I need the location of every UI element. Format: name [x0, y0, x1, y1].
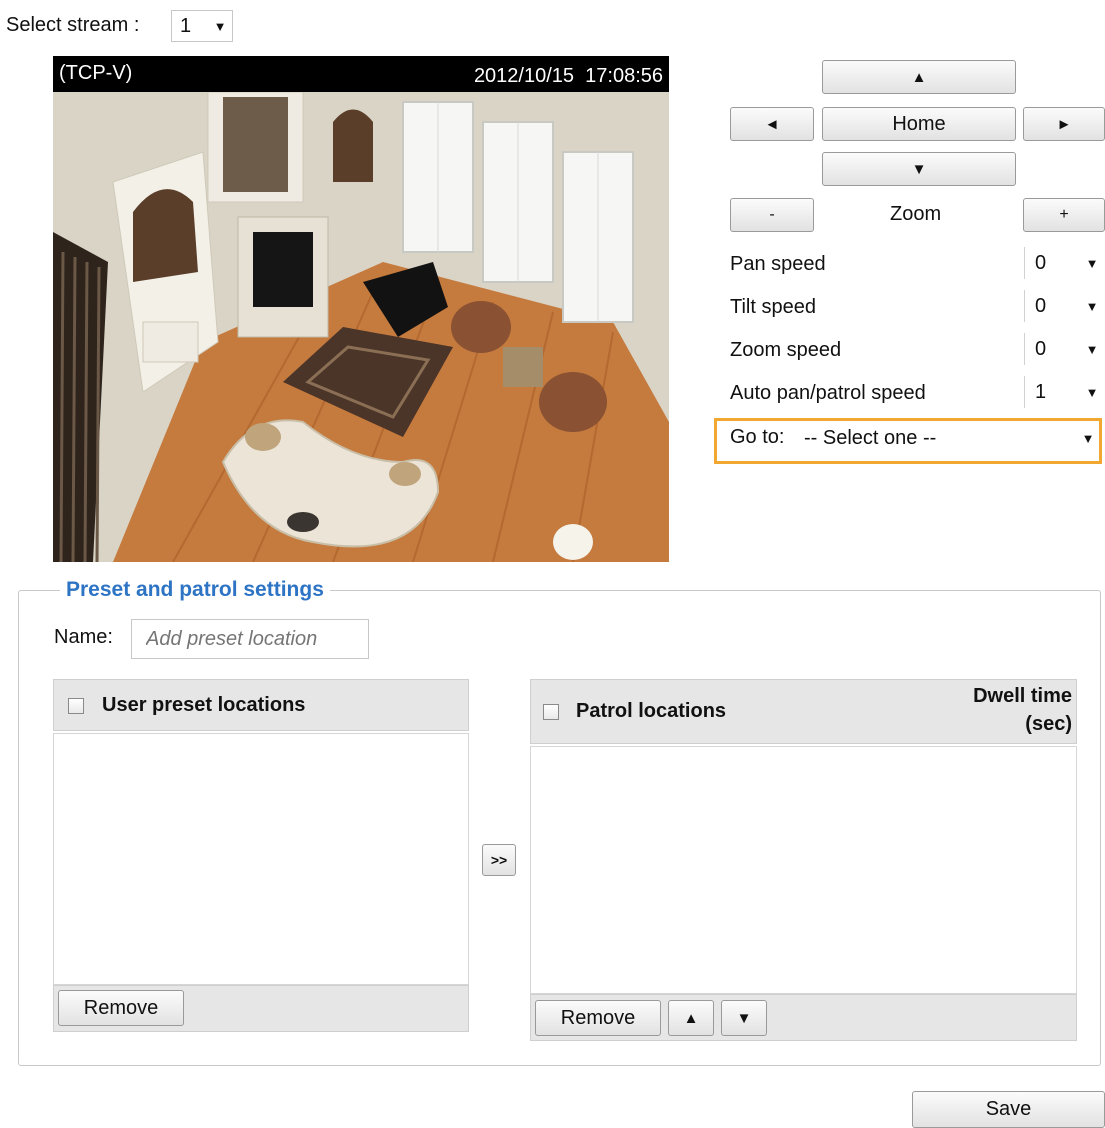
dwell-time-line2: (sec) — [1025, 713, 1072, 735]
pan-down-button[interactable]: ▼ — [822, 152, 1016, 186]
pan-left-button[interactable]: ◄ — [730, 107, 814, 141]
move-up-button[interactable]: ▲ — [668, 1000, 714, 1036]
video-timestamp: 2012/10/15 17:08:56 — [473, 65, 663, 87]
stream-protocol: (TCP-V) — [59, 62, 133, 84]
zoom-speed-label: Zoom speed — [730, 339, 842, 361]
patrol-list[interactable] — [530, 746, 1077, 994]
goto-select[interactable]: -- Select one -- ▼ — [800, 422, 1100, 454]
stream-select[interactable]: 1 ▼ — [171, 10, 233, 42]
tilt-speed-select[interactable]: 0 ▼ — [1024, 290, 1104, 322]
goto-label: Go to: — [730, 426, 785, 448]
preset-name-input[interactable] — [131, 619, 369, 659]
preset-name-label: Name: — [54, 626, 113, 648]
patrol-header: Patrol locations Dwell time (sec) — [530, 679, 1077, 744]
zoom-speed-select[interactable]: 0 ▼ — [1024, 333, 1104, 365]
goto-select-value: -- Select one -- — [804, 426, 937, 449]
tilt-speed-label: Tilt speed — [730, 296, 816, 318]
patrol-header-label: Patrol locations — [576, 700, 727, 722]
pan-right-button[interactable]: ► — [1023, 107, 1105, 141]
camera-image — [53, 92, 669, 562]
chevron-down-icon: ▼ — [213, 18, 227, 34]
zoom-in-button[interactable]: + — [1023, 198, 1105, 232]
move-down-button[interactable]: ▼ — [721, 1000, 767, 1036]
remove-patrol-button[interactable]: Remove — [535, 1000, 661, 1036]
patrol-select-all-checkbox[interactable] — [543, 704, 559, 720]
zoom-speed-value: 0 — [1035, 337, 1047, 360]
stream-select-value: 1 — [180, 14, 192, 37]
user-presets-select-all-checkbox[interactable] — [68, 698, 84, 714]
dwell-time-line1: Dwell time — [973, 685, 1072, 707]
pan-speed-label: Pan speed — [730, 253, 826, 275]
patrol-footer: Remove ▲ ▼ — [530, 994, 1077, 1041]
auto-pan-speed-label: Auto pan/patrol speed — [730, 382, 926, 404]
pan-speed-select[interactable]: 0 ▼ — [1024, 247, 1104, 279]
user-presets-header: User preset locations — [53, 679, 469, 731]
save-button[interactable]: Save — [912, 1091, 1105, 1128]
add-to-patrol-button[interactable]: >> — [482, 844, 516, 876]
auto-pan-speed-value: 1 — [1035, 380, 1047, 403]
home-button[interactable]: Home — [822, 107, 1016, 141]
user-presets-list[interactable] — [53, 733, 469, 985]
user-presets-footer: Remove — [53, 985, 469, 1032]
user-presets-header-label: User preset locations — [102, 694, 306, 716]
chevron-down-icon: ▼ — [1081, 430, 1095, 446]
chevron-down-icon: ▼ — [1085, 298, 1099, 314]
auto-pan-speed-select[interactable]: 1 ▼ — [1024, 376, 1104, 408]
stream-label: Select stream : — [6, 14, 140, 36]
chevron-down-icon: ▼ — [1085, 255, 1099, 271]
pan-up-button[interactable]: ▲ — [822, 60, 1016, 94]
chevron-down-icon: ▼ — [1085, 384, 1099, 400]
video-overlay-bar: (TCP-V) 2012/10/15 17:08:56 — [53, 56, 669, 92]
pan-speed-value: 0 — [1035, 251, 1047, 274]
remove-preset-button[interactable]: Remove — [58, 990, 184, 1026]
tilt-speed-value: 0 — [1035, 294, 1047, 317]
zoom-out-button[interactable]: - — [730, 198, 814, 232]
preset-legend: Preset and patrol settings — [60, 578, 330, 602]
zoom-label: Zoom — [890, 203, 942, 225]
chevron-down-icon: ▼ — [1085, 341, 1099, 357]
video-view[interactable]: (TCP-V) 2012/10/15 17:08:56 — [53, 56, 669, 562]
